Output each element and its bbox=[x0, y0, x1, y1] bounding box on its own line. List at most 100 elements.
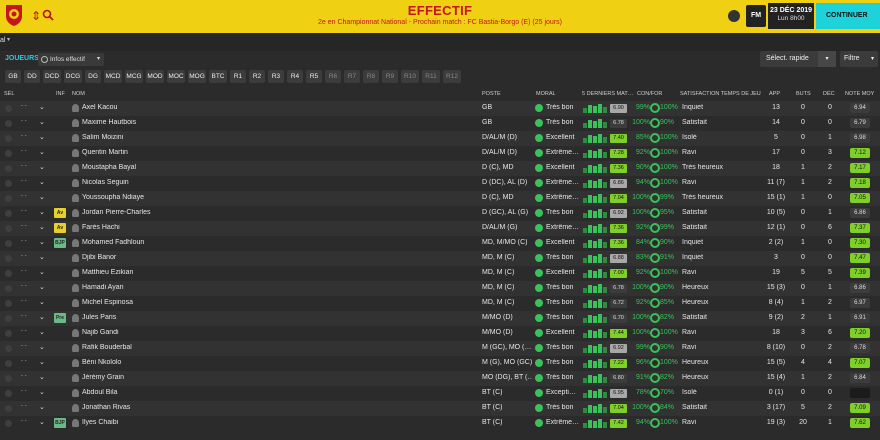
player-name[interactable]: Djibi Banor bbox=[82, 254, 472, 261]
chevron-down-icon[interactable]: ⌄ bbox=[39, 163, 45, 171]
select-radio[interactable] bbox=[5, 240, 12, 247]
player-name[interactable]: Jordan Pierre-Charles bbox=[82, 209, 472, 216]
chevron-down-icon[interactable]: ⌄ bbox=[39, 118, 45, 126]
col-dec[interactable]: DÉC bbox=[823, 91, 835, 97]
select-radio[interactable] bbox=[5, 195, 12, 202]
chevron-down-icon[interactable]: ⌄ bbox=[39, 283, 45, 291]
select-radio[interactable] bbox=[5, 330, 12, 337]
table-row[interactable]: - - ⌄ Moustapha Bayal D (C), MD Excellent 7.3… bbox=[0, 161, 880, 176]
player-name[interactable]: Mohamed Fadhloun bbox=[82, 239, 472, 246]
col-inf[interactable]: INF bbox=[56, 91, 65, 97]
player-name[interactable]: Rafik Bouderbal bbox=[82, 344, 472, 351]
position-chip[interactable]: DCD bbox=[43, 70, 61, 83]
player-name[interactable]: Matthieu Ezikian bbox=[82, 269, 472, 276]
table-row[interactable]: - - ⌄ Jonathan Rivas BT (C) Très bon 7.04 100%… bbox=[0, 401, 880, 416]
player-name[interactable]: Hamadi Ayari bbox=[82, 284, 472, 291]
table-row[interactable]: - - ⌄ Youssoupha Ndiaye D (C), MD Extrême… 7.… bbox=[0, 191, 880, 206]
chevron-down-icon[interactable]: ⌄ bbox=[39, 208, 45, 216]
position-chip[interactable]: DD bbox=[24, 70, 40, 83]
col-note-moy[interactable]: NOTE MOY bbox=[845, 91, 874, 97]
table-row[interactable]: - - ⌄ Maxime Hautbois GB Très bon 6.78 100% 90%… bbox=[0, 116, 880, 131]
col-con-for[interactable]: CON/FOR bbox=[637, 91, 662, 97]
quick-select-button[interactable]: Sélect. rapide ▾ bbox=[760, 51, 836, 67]
col-poste[interactable]: POSTE bbox=[482, 91, 501, 97]
chevron-down-icon[interactable]: ⌄ bbox=[39, 178, 45, 186]
table-row[interactable]: - - ⌄ Djibi Banor MD, M (C) Très bon 6.88 83% 9… bbox=[0, 251, 880, 266]
table-row[interactable]: - - ⌄ Salim Moizini D/AL/M (D) Excellent 7.40… bbox=[0, 131, 880, 146]
chevron-down-icon[interactable]: ▾ bbox=[818, 51, 836, 67]
table-row[interactable]: - - ⌄ Av Farès Hachi D/AL/M (G) Extrême… 7.36 9… bbox=[0, 221, 880, 236]
game-date[interactable]: 23 DÉC 2019 Lun 8h00 bbox=[768, 3, 814, 29]
select-radio[interactable] bbox=[5, 225, 12, 232]
col-app[interactable]: APP bbox=[769, 91, 780, 97]
position-chip[interactable]: R12 bbox=[443, 70, 461, 83]
select-radio[interactable] bbox=[5, 180, 12, 187]
player-name[interactable]: Moustapha Bayal bbox=[82, 164, 472, 171]
fm-menu-button[interactable]: FM bbox=[746, 5, 766, 27]
chevron-down-icon[interactable]: ⌄ bbox=[39, 343, 45, 351]
table-row[interactable]: - - ⌄ Nicolas Seguin D (DC), AL (D) Extrême…… bbox=[0, 176, 880, 191]
table-row[interactable]: - - ⌄ Axel Kacou GB Très bon 6.90 99% 100% Inqui… bbox=[0, 101, 880, 116]
table-row[interactable]: - - ⌄ BJP Ilyes Chaibi BT (C) Extrême… 7.42 94%… bbox=[0, 416, 880, 431]
chevron-down-icon[interactable]: ⌄ bbox=[39, 358, 45, 366]
table-row[interactable]: - - ⌄ Hamadi Ayari MD, M (C) Très bon 6.78 100… bbox=[0, 281, 880, 296]
col-nom[interactable]: NOM bbox=[72, 91, 85, 97]
position-chip[interactable]: R6 bbox=[325, 70, 341, 83]
player-name[interactable]: Jules Paris bbox=[82, 314, 472, 321]
col-moral[interactable]: MORAL bbox=[536, 91, 556, 97]
chevron-down-icon[interactable]: ⌄ bbox=[39, 388, 45, 396]
select-radio[interactable] bbox=[5, 255, 12, 262]
select-radio[interactable] bbox=[5, 150, 12, 157]
position-chip[interactable]: R3 bbox=[268, 70, 284, 83]
col-satisfaction[interactable]: SATISFACTION TEMPS DE JEU bbox=[680, 91, 761, 97]
player-name[interactable]: Najib Gandi bbox=[82, 329, 472, 336]
select-radio[interactable] bbox=[5, 210, 12, 217]
position-chip[interactable]: MCG bbox=[125, 70, 143, 83]
chevron-down-icon[interactable]: ⌄ bbox=[39, 403, 45, 411]
chevron-down-icon[interactable]: ⌄ bbox=[39, 133, 45, 141]
player-name[interactable]: Béni Nkololo bbox=[82, 359, 472, 366]
chevron-down-icon[interactable]: ⌄ bbox=[39, 373, 45, 381]
player-name[interactable]: Youssoupha Ndiaye bbox=[82, 194, 472, 201]
select-radio[interactable] bbox=[5, 360, 12, 367]
col-sel[interactable]: SÉL bbox=[4, 91, 14, 97]
filter-button[interactable]: Filtre ▾ bbox=[840, 51, 878, 67]
chevron-down-icon[interactable]: ⌄ bbox=[39, 418, 45, 426]
position-chip[interactable]: R11 bbox=[422, 70, 440, 83]
position-chip[interactable]: MOD bbox=[146, 70, 164, 83]
table-row[interactable]: - - ⌄ Matthieu Ezikian MD, M (C) Excellent 7.… bbox=[0, 266, 880, 281]
view-selector[interactable]: Infos effectif ▾ bbox=[38, 53, 104, 66]
player-name[interactable]: Michel Espinosa bbox=[82, 299, 472, 306]
player-name[interactable]: Farès Hachi bbox=[82, 224, 472, 231]
position-chip[interactable]: R8 bbox=[363, 70, 379, 83]
select-radio[interactable] bbox=[5, 165, 12, 172]
table-row[interactable]: - - ⌄ Av Jordan Pierre-Charles D (GC), AL (G… bbox=[0, 206, 880, 221]
select-radio[interactable] bbox=[5, 420, 12, 427]
select-radio[interactable] bbox=[5, 105, 12, 112]
player-name[interactable]: Abdoul Bila bbox=[82, 389, 472, 396]
position-chip[interactable]: MCD bbox=[104, 70, 122, 83]
position-chip[interactable]: R7 bbox=[344, 70, 360, 83]
player-name[interactable]: Jérémy Grain bbox=[82, 374, 472, 381]
position-chip[interactable]: MOG bbox=[188, 70, 206, 83]
select-radio[interactable] bbox=[5, 300, 12, 307]
info-badge[interactable]: Av bbox=[54, 223, 66, 233]
select-radio[interactable] bbox=[5, 405, 12, 412]
position-chip[interactable]: R2 bbox=[249, 70, 265, 83]
select-radio[interactable] bbox=[5, 315, 12, 322]
chevron-down-icon[interactable]: ⌄ bbox=[39, 298, 45, 306]
col-derniers-matchs[interactable]: 5 DERNIERS MAT… bbox=[582, 91, 633, 97]
player-name[interactable]: Ilyes Chaibi bbox=[82, 419, 472, 426]
player-name[interactable]: Quentin Martin bbox=[82, 149, 472, 156]
select-radio[interactable] bbox=[5, 375, 12, 382]
table-row[interactable]: - - ⌄ Béni Nkololo M (G), MO (GC) Très bon 7.… bbox=[0, 356, 880, 371]
chevron-down-icon[interactable]: ⌄ bbox=[39, 328, 45, 336]
select-radio[interactable] bbox=[5, 270, 12, 277]
section-label[interactable]: JOUEURS bbox=[5, 55, 39, 62]
table-row[interactable]: - - ⌄ Rafik Bouderbal M (GC), MO (… Très bon… bbox=[0, 341, 880, 356]
info-badge[interactable]: BJP bbox=[54, 238, 66, 248]
position-chip[interactable]: MOC bbox=[167, 70, 185, 83]
filter-label[interactable]: al bbox=[0, 37, 5, 44]
info-badge[interactable]: Pre bbox=[54, 313, 66, 323]
table-row[interactable]: - - ⌄ Abdoul Bila BT (C) Excepti… 6.95 78% 70% I… bbox=[0, 386, 880, 401]
